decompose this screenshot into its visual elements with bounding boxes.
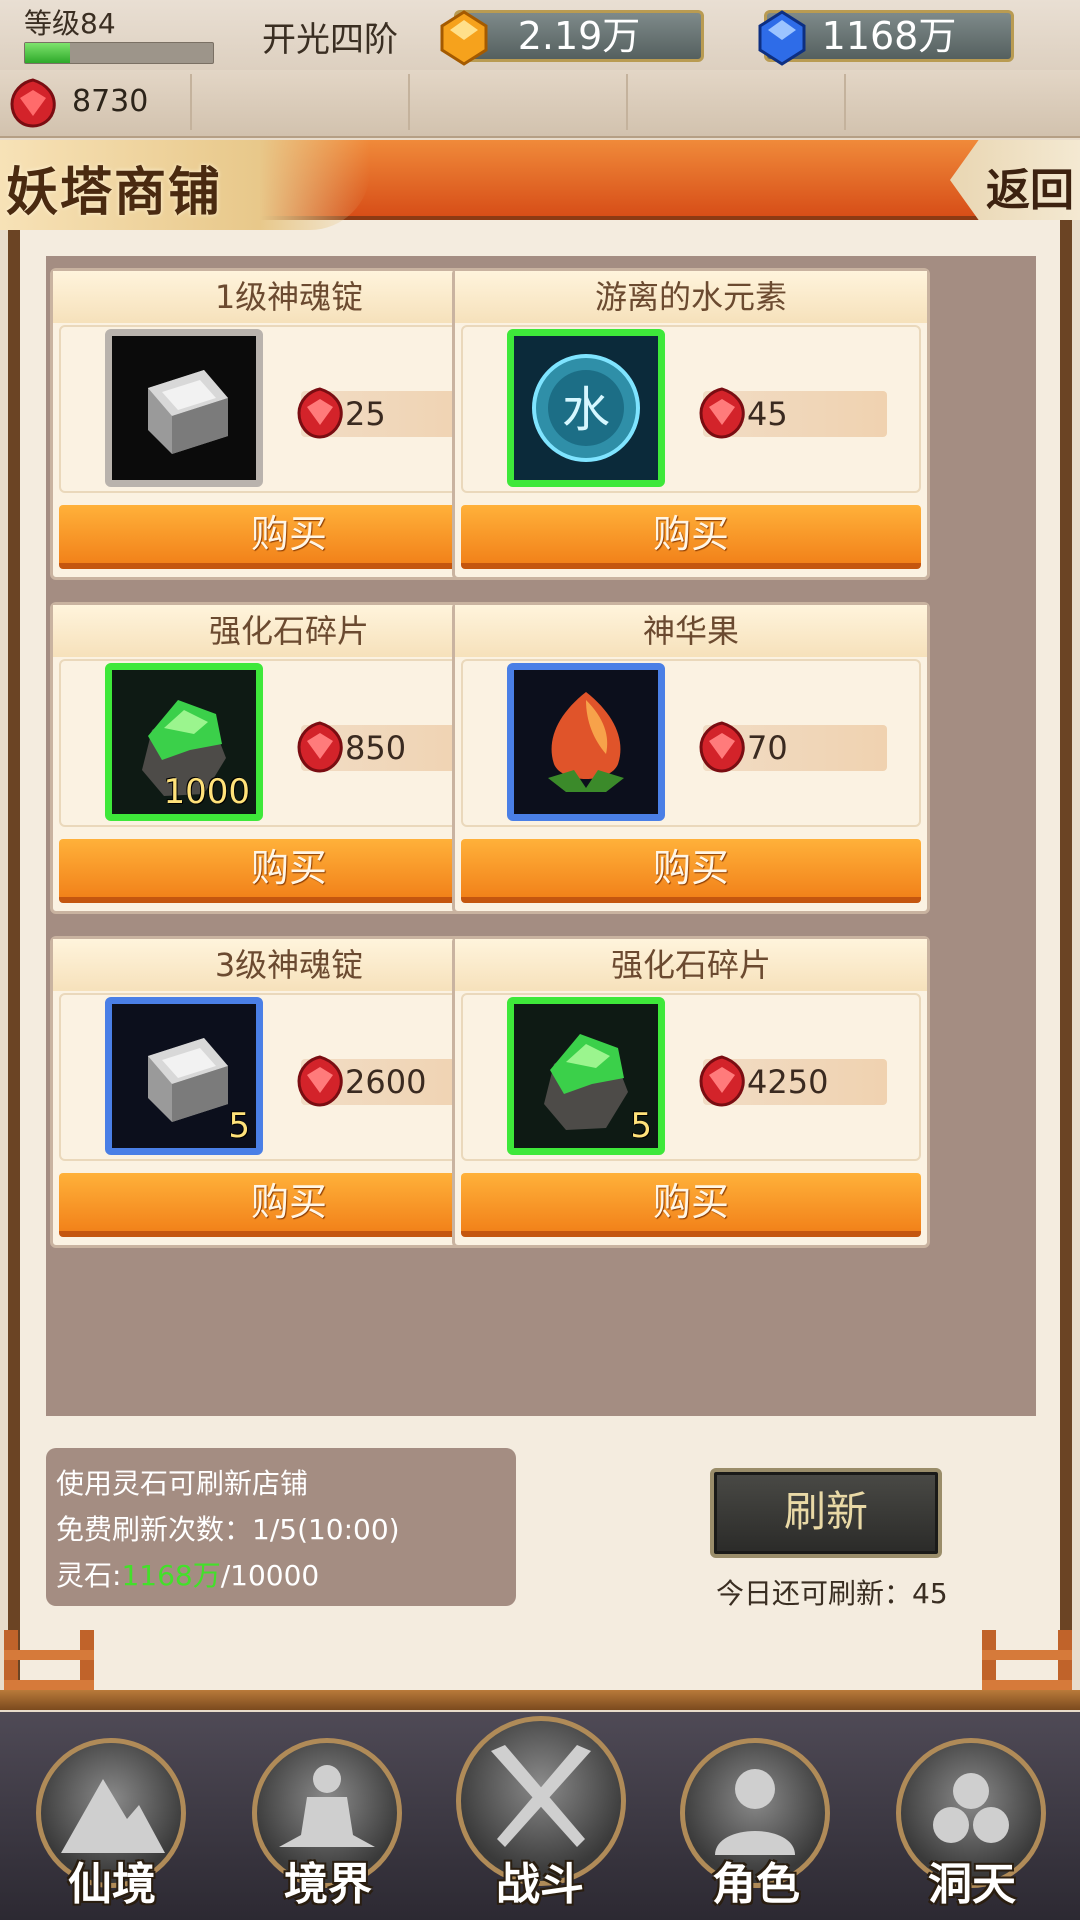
realm-label: 开光四阶 (262, 20, 398, 60)
nav-item-cave[interactable]: 洞天 (892, 1738, 1052, 1918)
blue-crystal-icon (758, 10, 806, 66)
ruby-icon (297, 387, 343, 439)
item-quantity: 5 (630, 1106, 652, 1146)
item-quantity: 1000 (163, 772, 250, 812)
item-body: 5 2600 (59, 993, 519, 1161)
price-value: 70 (747, 729, 788, 767)
item-quantity: 5 (228, 1106, 250, 1146)
gold-amount: 2.19万 (517, 14, 641, 58)
item-price: 4250 (699, 1055, 887, 1107)
price-value: 45 (747, 395, 788, 433)
item-name: 游离的水元素 (455, 271, 927, 323)
item-slot[interactable]: 5 (507, 997, 665, 1155)
bottom-navigation: 仙境 境界 战斗 角色 洞天 (0, 1712, 1080, 1920)
item-price: 45 (699, 387, 887, 439)
nav-label: 角色 (712, 1859, 800, 1910)
shop-item-card: 神华果 70 购买 (452, 602, 930, 914)
shop-item-card: 强化石碎片 5 4250 购买 (452, 936, 930, 1248)
ruby-icon (699, 1055, 745, 1107)
item-price: 70 (699, 721, 887, 773)
buy-button[interactable]: 购买 (59, 505, 519, 569)
shop-title-plate: 妖塔商铺 (0, 140, 370, 230)
buy-button[interactable]: 购买 (461, 505, 921, 569)
buy-button[interactable]: 购买 (59, 1173, 519, 1237)
fruit-icon (514, 670, 658, 814)
buy-button[interactable]: 购买 (461, 1173, 921, 1237)
shop-item-card: 游离的水元素 水 45 购买 (452, 268, 930, 580)
item-slot[interactable] (105, 329, 263, 487)
currency-slot (0, 74, 192, 130)
ruby-icon (699, 721, 745, 773)
gold-gem-icon (440, 10, 488, 66)
level-progress-bar (24, 42, 214, 64)
price-value: 4250 (747, 1063, 829, 1101)
ruby-icon (699, 387, 745, 439)
nav-item-battle[interactable]: 战斗 (456, 1716, 626, 1918)
top-status-bar: 等级84 开光四阶 2.19万 1168万 (0, 0, 1080, 70)
back-label: 返回 (986, 165, 1074, 216)
level-progress-fill (25, 43, 71, 63)
refresh-info-box: 使用灵石可刷新店铺 免费刷新次数：1/5(10:00) 灵石:1168万/100… (46, 1448, 516, 1606)
buy-button[interactable]: 购买 (461, 839, 921, 903)
item-body: 5 4250 (461, 993, 921, 1161)
nav-item-realm[interactable]: 境界 (248, 1738, 408, 1918)
item-body: 水 45 (461, 325, 921, 493)
price-value: 2600 (345, 1063, 427, 1101)
nav-item-wonderland[interactable]: 仙境 (32, 1738, 192, 1918)
spirit-stone-line: 灵石:1168万/10000 (56, 1554, 319, 1594)
ruby-icon (297, 1055, 343, 1107)
nav-label: 洞天 (928, 1859, 1016, 1910)
spirit-stone-value: 1168万 (121, 1559, 221, 1592)
nav-label: 战斗 (496, 1859, 584, 1910)
item-name: 强化石碎片 (455, 939, 927, 991)
nav-item-character[interactable]: 角色 (676, 1738, 836, 1918)
ingot-icon (148, 370, 228, 454)
item-slot[interactable] (507, 663, 665, 821)
currency-slot (190, 74, 410, 130)
refresh-hint: 使用灵石可刷新店铺 (56, 1467, 309, 1500)
nav-label: 仙境 (68, 1859, 156, 1910)
item-body: 1000 850 (59, 659, 519, 827)
secondary-currency-row: 8730 (0, 70, 1080, 138)
refresh-button[interactable]: 刷新 (710, 1468, 942, 1558)
item-name: 神华果 (455, 605, 927, 657)
shop-title: 妖塔商铺 (6, 162, 223, 223)
buy-button[interactable]: 购买 (59, 839, 519, 903)
refresh-remaining: 今日还可刷新：45 (716, 1577, 948, 1610)
item-body: 25 (59, 325, 519, 493)
item-slot[interactable]: 水 (507, 329, 665, 487)
price-value: 25 (345, 395, 386, 433)
free-refresh-count: 免费刷新次数：1/5(10:00) (56, 1513, 400, 1546)
jade-amount: 1168万 (821, 14, 957, 58)
water-glyph: 水 (562, 382, 610, 438)
ruby-icon (297, 721, 343, 773)
nav-label: 境界 (284, 1859, 372, 1910)
item-grid: 1级神魂锭 25 购买 游离的水元素 水 45 购买 强化石碎片 1000 85… (46, 256, 1036, 1416)
currency-slot (408, 74, 628, 130)
item-slot[interactable]: 5 (105, 997, 263, 1155)
spirit-stone-suffix: /10000 (220, 1559, 320, 1592)
price-value: 850 (345, 729, 407, 767)
water-element-icon: 水 (514, 336, 658, 480)
item-body: 70 (461, 659, 921, 827)
spirit-stone-prefix: 灵石: (56, 1559, 122, 1592)
item-slot[interactable]: 1000 (105, 663, 263, 821)
currency-slot (626, 74, 846, 130)
level-label: 等级84 (24, 7, 116, 40)
wooden-rail (0, 1690, 1080, 1710)
